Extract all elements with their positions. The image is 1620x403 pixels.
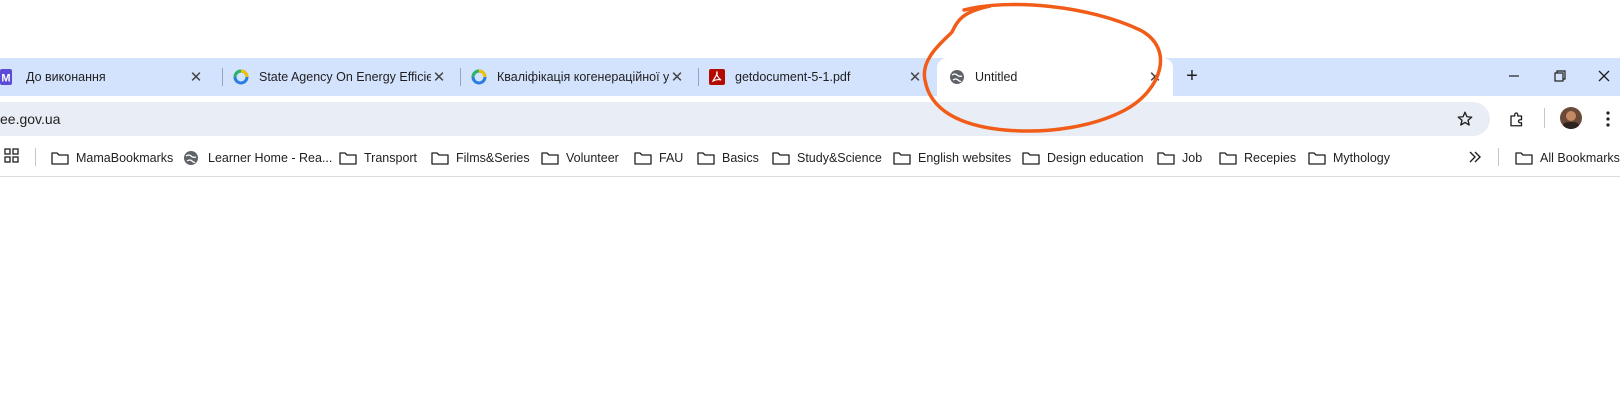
globe-icon <box>949 69 965 85</box>
bookmark-label: Transport <box>364 151 418 165</box>
tab-separator <box>698 68 699 86</box>
avatar[interactable] <box>1560 107 1582 129</box>
bookmark-mamabookmarks[interactable]: MamaBookmarks <box>51 146 173 170</box>
bookmark-label: FAU <box>659 151 684 165</box>
star-icon <box>1457 111 1473 126</box>
tab-do-vykonannia[interactable]: M До виконання ✕ <box>0 58 210 96</box>
apps-button[interactable] <box>4 148 20 164</box>
puzzle-icon <box>1510 112 1523 127</box>
tab-getdocument-pdf[interactable]: getdocument-5-1.pdf ✕ <box>709 58 927 96</box>
more-bookmarks-button[interactable] <box>1466 148 1484 166</box>
tab-separator <box>460 68 461 86</box>
pdf-icon <box>709 69 725 85</box>
bookmark-label: Basics <box>722 151 759 165</box>
address-bar[interactable]: ee.gov.ua <box>0 102 1490 136</box>
bookmark-fau[interactable]: FAU <box>634 146 683 170</box>
bookmark-learner-home[interactable]: Learner Home - Rea... <box>183 146 332 170</box>
bookmark-recepies[interactable]: Recepies <box>1219 146 1296 170</box>
apps-grid-icon <box>4 148 19 163</box>
saee-logo-icon <box>471 69 487 85</box>
bookmark-label: Films&Series <box>456 151 530 165</box>
bookmark-label: Volunteer <box>566 151 619 165</box>
plus-icon: + <box>1186 64 1198 87</box>
new-tab-button[interactable]: + <box>1178 64 1206 88</box>
folder-icon <box>697 150 715 166</box>
minimize-button[interactable] <box>1500 64 1528 88</box>
kebab-menu-icon <box>1606 111 1610 127</box>
folder-icon <box>1515 150 1533 166</box>
tab-title: getdocument-5-1.pdf <box>735 70 851 84</box>
restore-button[interactable] <box>1546 64 1574 88</box>
folder-icon <box>541 150 559 166</box>
close-icon[interactable]: ✕ <box>431 69 447 86</box>
tab-title: До виконання <box>26 70 106 84</box>
bookmark-label: English websites <box>918 151 1012 165</box>
menu-button[interactable] <box>1600 108 1616 130</box>
saee-logo-icon <box>233 69 249 85</box>
folder-icon <box>893 150 911 166</box>
url-text[interactable]: ee.gov.ua <box>0 111 60 127</box>
bookmarks-divider <box>1498 148 1499 166</box>
close-icon[interactable]: ✕ <box>907 69 923 86</box>
restore-icon <box>1554 70 1566 82</box>
bookmark-label: Job <box>1182 151 1203 165</box>
bookmark-star-button[interactable] <box>1454 108 1476 130</box>
folder-icon <box>772 150 790 166</box>
chevron-double-right-icon <box>1469 151 1481 163</box>
close-icon[interactable]: ✕ <box>1147 69 1163 86</box>
close-icon <box>1598 70 1610 82</box>
window-top-area <box>0 0 1620 58</box>
m-app-icon: M <box>0 69 16 85</box>
tab-separator <box>222 68 223 86</box>
folder-icon <box>431 150 449 166</box>
close-icon[interactable]: ✕ <box>188 69 204 86</box>
bookmark-volunteer[interactable]: Volunteer <box>541 146 619 170</box>
bookmark-label: Design education <box>1047 151 1144 165</box>
bookmark-basics[interactable]: Basics <box>697 146 759 170</box>
tab-title: Untitled <box>975 70 1018 84</box>
tab-title: Кваліфікація когенераційної у <box>497 70 669 84</box>
bookmark-mythology[interactable]: Mythology <box>1308 146 1390 170</box>
bookmark-label: Recepies <box>1244 151 1297 165</box>
bookmark-label: Learner Home - Rea... <box>208 151 333 165</box>
globe-icon <box>183 150 201 166</box>
bookmark-study-science[interactable]: Study&Science <box>772 146 882 170</box>
bookmark-job[interactable]: Job <box>1157 146 1202 170</box>
bookmark-design-education[interactable]: Design education <box>1022 146 1144 170</box>
bookmark-transport[interactable]: Transport <box>339 146 417 170</box>
extensions-button[interactable] <box>1506 108 1528 130</box>
bookmark-films-series[interactable]: Films&Series <box>431 146 530 170</box>
folder-icon <box>634 150 652 166</box>
bookmark-label: MamaBookmarks <box>76 151 174 165</box>
tab-kvalifikatsiia[interactable]: Кваліфікація когенераційної у ✕ <box>471 58 689 96</box>
folder-icon <box>1308 150 1326 166</box>
tab-state-agency[interactable]: State Agency On Energy Efficien ✕ <box>233 58 451 96</box>
close-window-button[interactable] <box>1590 64 1618 88</box>
all-bookmarks-button[interactable]: All Bookmarks <box>1515 146 1620 170</box>
bookmarks-divider <box>35 148 36 166</box>
tab-title: State Agency On Energy Efficien <box>259 70 431 84</box>
close-icon[interactable]: ✕ <box>669 69 685 86</box>
bookmark-english-websites[interactable]: English websites <box>893 146 1011 170</box>
svg-text:M: M <box>1 73 10 85</box>
toolbar-divider <box>1544 108 1545 128</box>
minimize-icon <box>1509 75 1519 77</box>
folder-icon <box>339 150 357 166</box>
tab-untitled[interactable]: Untitled ✕ <box>937 58 1173 96</box>
folder-icon <box>1157 150 1175 166</box>
folder-icon <box>51 150 69 166</box>
folder-icon <box>1219 150 1237 166</box>
bookmark-label: Study&Science <box>797 151 882 165</box>
bookmark-label: Mythology <box>1333 151 1390 165</box>
bookmark-label: All Bookmarks <box>1540 151 1620 165</box>
folder-icon <box>1022 150 1040 166</box>
